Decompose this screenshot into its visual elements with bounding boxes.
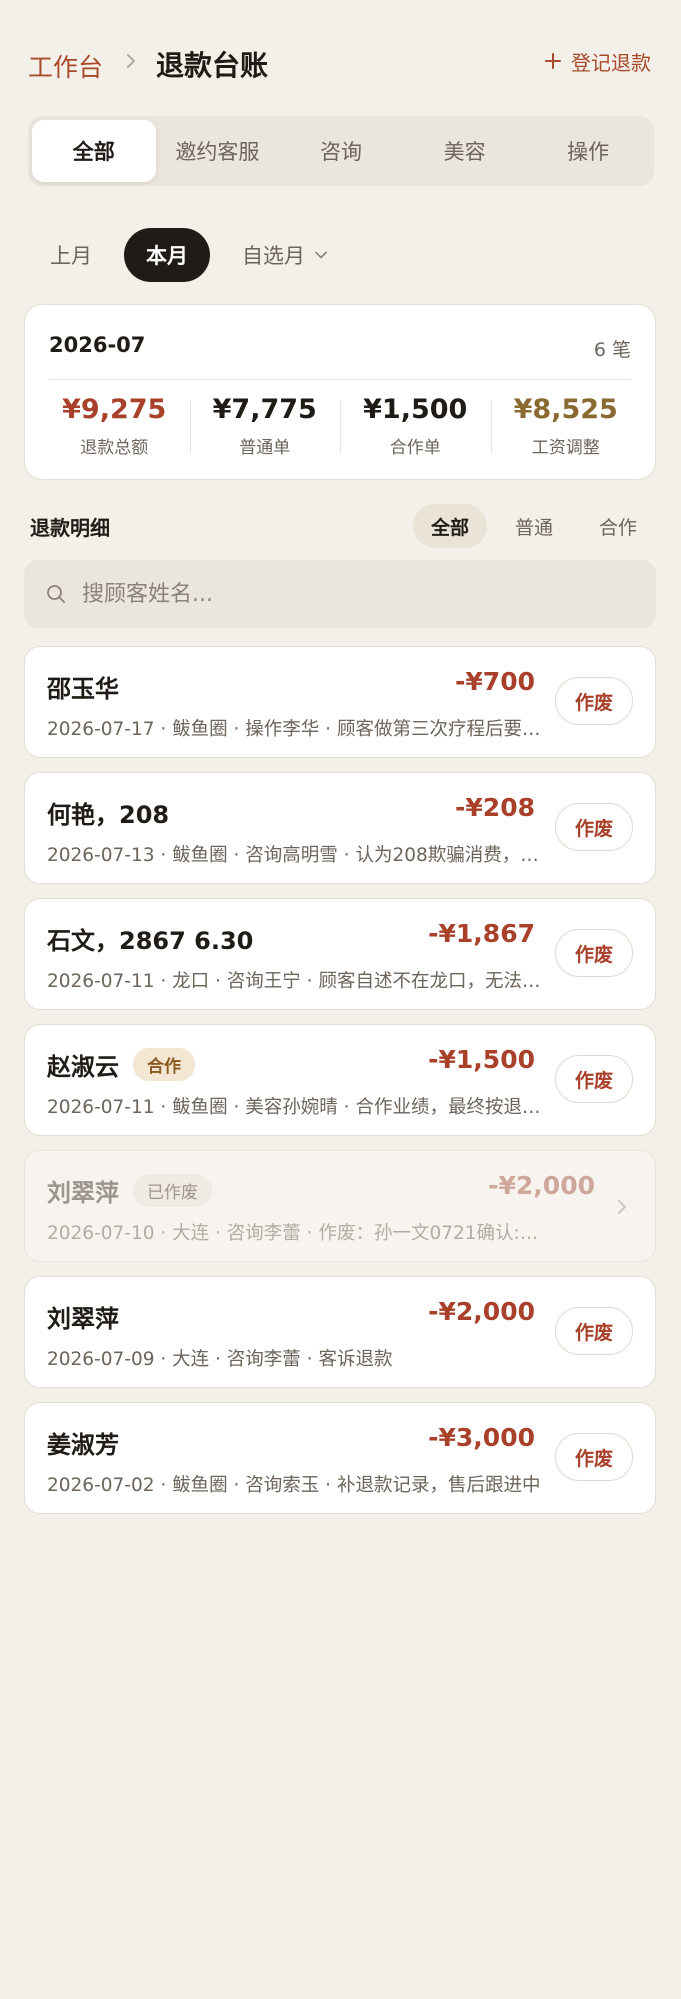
- page-header: 工作台 退款台账 登记退款: [0, 0, 681, 120]
- tab-operation[interactable]: 操作: [526, 120, 650, 182]
- refund-amount: -¥208: [455, 793, 535, 822]
- summary-count: 6 笔: [593, 339, 631, 361]
- refund-meta: 2026-07-02 · 鲅鱼圈 · 咨询索玉 · 补退款记录，售后跟进中: [47, 1475, 541, 1496]
- chevron-right-icon: [618, 1200, 626, 1214]
- chevron-right-icon: [127, 54, 135, 68]
- stat-normal-value: ¥7,775: [212, 394, 317, 425]
- stat-cooperation-value: ¥1,500: [363, 394, 468, 425]
- customer-name: 邵玉华: [47, 674, 119, 703]
- search-icon: [47, 585, 65, 603]
- stat-cooperation: ¥1,500 合作单: [340, 393, 491, 463]
- customer-name: 刘翠萍: [47, 1178, 119, 1207]
- row-name-line: 何艳，208: [47, 795, 169, 829]
- category-tabs: 全部 邀约客服 咨询 美容 操作: [28, 116, 654, 186]
- stat-salary-value: ¥8,525: [513, 394, 618, 425]
- void-button[interactable]: 作废: [555, 1307, 633, 1355]
- customer-name: 刘翠萍: [47, 1304, 119, 1333]
- refund-meta: 2026-07-11 · 龙口 · 咨询王宁 · 顾客自述不在龙口，无法继续: [47, 971, 547, 992]
- tab-consult[interactable]: 咨询: [279, 120, 403, 182]
- refund-amount: -¥1,867: [428, 919, 535, 948]
- refund-amount: -¥2,000: [428, 1297, 535, 1326]
- breadcrumb-workbench[interactable]: 工作台: [28, 48, 103, 84]
- refund-amount: -¥2,000: [488, 1171, 595, 1200]
- stat-total-label: 退款总额: [80, 438, 149, 458]
- row-name-line: 赵淑云 合作: [47, 1047, 195, 1081]
- detail-filter-group: 全部 普通 合作: [412, 504, 655, 548]
- cooperation-badge: 合作: [133, 1047, 195, 1081]
- tab-invite-service[interactable]: 邀约客服: [156, 120, 280, 182]
- row-name-line: 刘翠萍 已作废: [47, 1173, 212, 1207]
- stat-total-value: ¥9,275: [62, 394, 167, 425]
- refund-meta: 2026-07-09 · 大连 · 咨询李蕾 · 客诉退款: [47, 1349, 393, 1370]
- custom-month-dropdown[interactable]: 自选月: [220, 228, 349, 282]
- refund-row[interactable]: 刘翠萍 -¥2,000 2026-07-09 · 大连 · 咨询李蕾 · 客诉退款 作…: [24, 1276, 656, 1388]
- row-name-line: 石文，2867 6.30: [47, 921, 253, 955]
- filter-all[interactable]: 全部: [412, 504, 487, 548]
- search-bar: [24, 560, 656, 628]
- refund-row[interactable]: 刘翠萍 已作废 -¥2,000 2026-07-10 · 大连 · 咨询李蕾 · 作废…: [24, 1150, 656, 1262]
- customer-name: 何艳，208: [47, 800, 170, 829]
- stat-salary-label: 工资调整: [531, 438, 600, 458]
- void-button[interactable]: 作废: [555, 929, 633, 977]
- refund-amount: -¥3,000: [428, 1423, 535, 1452]
- refund-meta: 2026-07-17 · 鲅鱼圈 · 操作李华 · 顾客做第三次疗程后要求退款: [47, 719, 547, 740]
- refund-row[interactable]: 何艳，208 -¥208 2026-07-13 · 鲅鱼圈 · 咨询高明雪 · 认为…: [24, 772, 656, 884]
- row-name-line: 刘翠萍: [47, 1299, 119, 1333]
- refund-amount: -¥1,500: [428, 1045, 535, 1074]
- filter-normal[interactable]: 普通: [497, 504, 571, 548]
- refund-meta: 2026-07-11 · 鲅鱼圈 · 美容孙婉晴 · 合作业绩，最终按退款处理: [47, 1097, 547, 1118]
- stat-salary: ¥8,525 工资调整: [490, 393, 642, 463]
- divider: [49, 379, 631, 380]
- summary-card: 2026-07 6 笔 ¥9,275 退款总额 ¥7,775 普通单 ¥1,50…: [24, 304, 656, 480]
- stat-cooperation-label: 合作单: [389, 438, 441, 458]
- refund-row[interactable]: 赵淑云 合作 -¥1,500 2026-07-11 · 鲅鱼圈 · 美容孙婉晴 · 合…: [24, 1024, 656, 1136]
- refund-row[interactable]: 石文，2867 6.30 -¥1,867 2026-07-11 · 龙口 · 咨询王…: [24, 898, 656, 1010]
- register-refund-button[interactable]: 登记退款: [545, 46, 651, 76]
- summary-month: 2026-07: [49, 333, 146, 357]
- refund-row[interactable]: 邵玉华 -¥700 2026-07-17 · 鲅鱼圈 · 操作李华 · 顾客做第三次…: [24, 646, 656, 758]
- refund-row[interactable]: 姜淑芳 -¥3,000 2026-07-02 · 鲅鱼圈 · 咨询索玉 · 补退款记…: [24, 1402, 656, 1514]
- void-button[interactable]: 作废: [555, 677, 633, 725]
- filter-cooperation[interactable]: 合作: [581, 504, 655, 548]
- row-name-line: 邵玉华: [47, 669, 119, 703]
- page-title: 退款台账: [156, 49, 269, 82]
- stat-total: ¥9,275 退款总额: [39, 393, 190, 463]
- void-button[interactable]: 作废: [555, 1055, 633, 1103]
- refund-amount: -¥700: [455, 667, 535, 696]
- customer-name: 姜淑芳: [47, 1430, 119, 1459]
- detail-section-title: 退款明细: [30, 516, 110, 540]
- refund-meta: 2026-07-10 · 大连 · 咨询李蕾 · 作废：孙一文0721确认:重复…: [47, 1223, 547, 1244]
- register-refund-label: 登记退款: [571, 50, 651, 75]
- stat-normal: ¥7,775 普通单: [189, 393, 341, 463]
- month-filter: 上月 本月 自选月: [28, 228, 349, 282]
- custom-month-label: 自选月: [242, 244, 305, 268]
- refund-meta: 2026-07-13 · 鲅鱼圈 · 咨询高明雪 · 认为208欺骗消费，要求退…: [47, 845, 547, 866]
- chevron-down-icon: [315, 251, 327, 259]
- voided-badge: 已作废: [133, 1173, 212, 1207]
- last-month-chip[interactable]: 上月: [28, 228, 114, 282]
- summary-stats: ¥9,275 退款总额 ¥7,775 普通单 ¥1,500 合作单 ¥8,525…: [39, 393, 641, 463]
- customer-name: 赵淑云: [47, 1052, 119, 1081]
- customer-name: 石文，2867 6.30: [47, 926, 254, 955]
- search-input[interactable]: [82, 581, 622, 607]
- tab-all[interactable]: 全部: [32, 120, 156, 182]
- tab-beauty[interactable]: 美容: [403, 120, 527, 182]
- plus-icon: [545, 53, 561, 69]
- refund-list: 邵玉华 -¥700 2026-07-17 · 鲅鱼圈 · 操作李华 · 顾客做第三次…: [24, 646, 656, 1528]
- this-month-chip[interactable]: 本月: [124, 228, 210, 282]
- stat-normal-label: 普通单: [239, 438, 291, 458]
- row-name-line: 姜淑芳: [47, 1425, 119, 1459]
- void-button[interactable]: 作废: [555, 1433, 633, 1481]
- void-button[interactable]: 作废: [555, 803, 633, 851]
